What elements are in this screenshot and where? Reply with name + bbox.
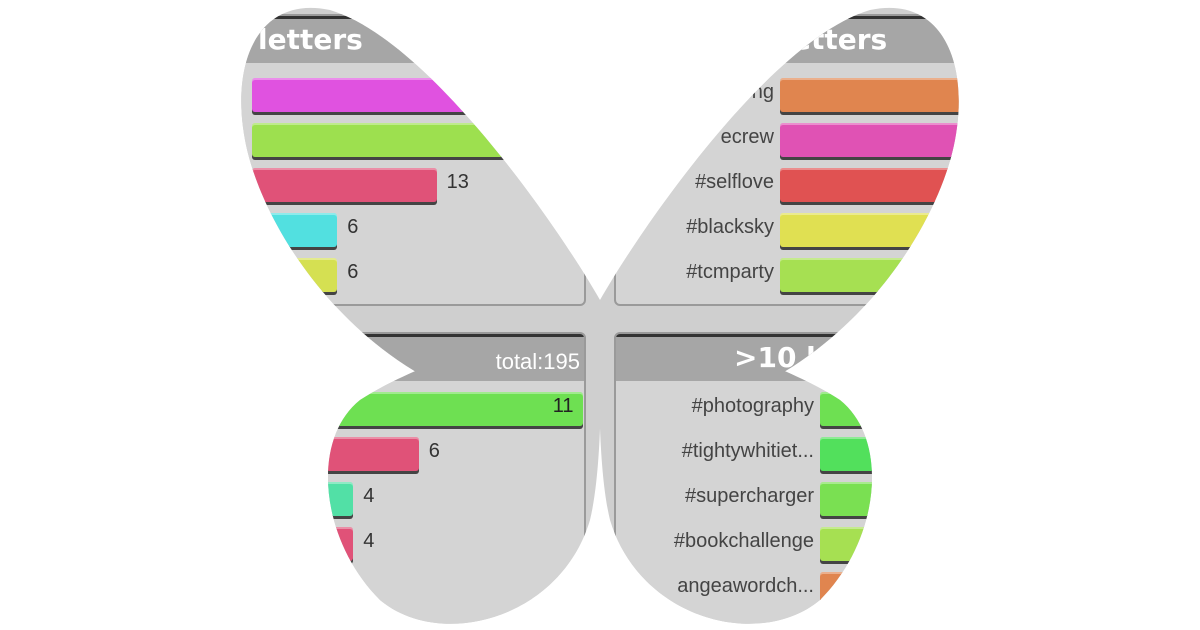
- panel-header: letters: [241, 16, 584, 63]
- bar: [820, 392, 959, 426]
- bar-value: 6: [347, 216, 359, 238]
- bar-value: 6: [428, 440, 440, 462]
- bar-label: #photography: [691, 395, 814, 417]
- bar: [780, 123, 959, 157]
- bar: [241, 482, 354, 516]
- bar-row: #tcmparty: [616, 252, 959, 297]
- bar-row: ng: [616, 72, 959, 117]
- bar-label: #blacksky: [686, 216, 774, 238]
- bar-row: [241, 72, 584, 117]
- bar-label: #tcmparty: [686, 261, 774, 283]
- bar-row: [241, 117, 584, 162]
- bar: [252, 213, 338, 247]
- panel-header: >10 letters: [616, 334, 959, 381]
- bar: [820, 482, 959, 516]
- bar: [780, 213, 959, 247]
- bar-label: #tightywhitiet...: [681, 440, 814, 462]
- bar-value: 4: [363, 530, 375, 552]
- bar: [241, 437, 419, 471]
- bar-row: 11: [241, 386, 584, 431]
- bar-row: #blacksky: [616, 207, 959, 252]
- bar-label: ng: [751, 81, 774, 103]
- bar: [241, 527, 354, 561]
- panel-letters-bottom-left: ters total:195 11 6 4 4: [241, 332, 586, 624]
- bar-label: #supercharger: [685, 485, 814, 507]
- bar-value: 6: [347, 261, 359, 283]
- bar-row: #photography: [616, 386, 959, 431]
- bar-row: #tightywhitiet...: [616, 431, 959, 476]
- bar-label: #bookchallenge: [673, 530, 814, 552]
- bar: [241, 392, 583, 426]
- bar: [252, 123, 584, 157]
- panel-title: letters: [258, 23, 363, 56]
- panel-over-10-letters: >10 letters #photography #tightywhitiet..…: [614, 332, 959, 624]
- bar-row: #selflove: [616, 162, 959, 207]
- bar: [252, 168, 437, 202]
- bar-row: #bookchallenge: [616, 521, 959, 566]
- bar: [820, 437, 959, 471]
- panel-title: etters: [792, 23, 888, 56]
- bar-label: ecrew: [720, 126, 774, 148]
- bar-row: #supercharger: [616, 476, 959, 521]
- panel-header: ters total:195: [241, 334, 584, 381]
- bar: [820, 527, 959, 561]
- bar: [780, 78, 959, 112]
- panel-letters-top-right: etters ng ecrew #selflove #blacksky #tcmpart…: [614, 14, 959, 306]
- bar: [780, 258, 959, 292]
- bar-label: #selflove: [695, 171, 774, 193]
- panel-title: >10 letters: [734, 341, 911, 374]
- bar-row: 13: [241, 162, 584, 207]
- panel-header: etters: [616, 16, 959, 63]
- bar: [820, 572, 959, 606]
- butterfly-chart-canvas: letters 13 6 6 etters ng ecrew #selflove #bla…: [241, 7, 959, 624]
- bar-value: 11: [552, 395, 574, 417]
- bar-row: 6: [241, 207, 584, 252]
- bar-row: 4: [241, 521, 584, 566]
- bar: [780, 168, 959, 202]
- bar-value: 13: [446, 171, 469, 193]
- panel-total: total:195: [495, 349, 580, 374]
- bar: [252, 78, 584, 112]
- bar: [252, 258, 338, 292]
- bar-row: ecrew: [616, 117, 959, 162]
- bar-label: angeawordch...: [677, 575, 814, 597]
- bar-row: 6: [241, 252, 584, 297]
- bar-row: 4: [241, 476, 584, 521]
- panel-letters-top-left: letters 13 6 6: [241, 14, 586, 306]
- bar-row: angeawordch...: [616, 566, 959, 611]
- bar-value: 4: [363, 485, 375, 507]
- bar-row: 6: [241, 431, 584, 476]
